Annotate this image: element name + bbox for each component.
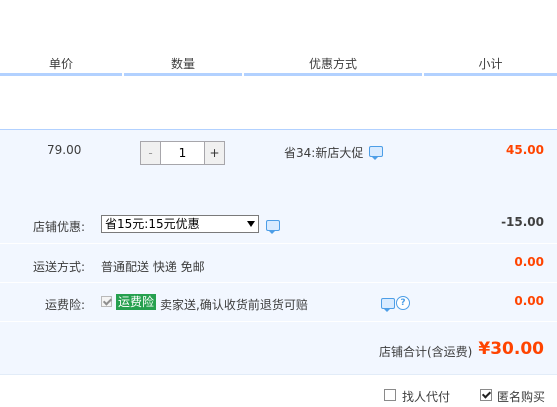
header-underline [0, 73, 122, 76]
header-underline [244, 73, 422, 76]
help-icon[interactable]: ? [396, 296, 410, 310]
item-row [0, 129, 557, 205]
shipping-label: 运送方式: [32, 260, 85, 274]
quantity-stepper: - 1 + [140, 141, 225, 165]
shipping-method: 普通配送 快递 免邮 [101, 260, 205, 274]
message-icon[interactable] [381, 298, 395, 312]
message-icon[interactable] [266, 220, 280, 234]
proxy-pay-label[interactable]: 找人代付 [402, 388, 450, 405]
insurance-tag: 运费险 [116, 294, 157, 310]
anonymous-checkbox[interactable] [480, 389, 492, 401]
header-unit-price: 单价 [48, 57, 73, 71]
shipping-amount: 0.00 [514, 255, 544, 269]
anonymous-label[interactable]: 匿名购买 [497, 388, 545, 405]
header-quantity: 数量 [170, 57, 195, 71]
shop-discount-amount: -15.00 [501, 215, 544, 229]
quantity-increase-button[interactable]: + [205, 142, 224, 164]
proxy-pay-checkbox[interactable] [384, 389, 396, 401]
total-amount: ¥30.00 [478, 339, 544, 359]
dropdown-arrow-icon [247, 221, 255, 227]
insurance-description: 卖家送,确认收货前退货可赔 [160, 298, 308, 312]
shop-discount-label: 店铺优惠: [32, 220, 85, 234]
message-icon[interactable] [369, 146, 383, 160]
total-row [0, 322, 557, 374]
header-underline [424, 73, 557, 76]
quantity-input[interactable]: 1 [160, 142, 205, 164]
shop-discount-selected: 省15元:15元优惠 [105, 217, 200, 231]
item-price: 79.00 [47, 143, 82, 157]
item-subtotal: 45.00 [506, 143, 544, 157]
total-divider [0, 374, 557, 375]
insurance-checkbox[interactable] [101, 296, 112, 307]
quantity-decrease-button[interactable]: - [141, 142, 160, 164]
item-promo: 省34:新店大促 [284, 146, 364, 160]
header-underline [124, 73, 242, 76]
insurance-label: 运费险: [44, 298, 85, 312]
shop-discount-select[interactable]: 省15元:15元优惠 [101, 215, 259, 233]
total-label: 店铺合计(含运费) [379, 345, 473, 359]
header-subtotal: 小计 [478, 57, 503, 71]
header-discount: 优惠方式 [308, 57, 357, 71]
insurance-amount: 0.00 [514, 294, 544, 308]
